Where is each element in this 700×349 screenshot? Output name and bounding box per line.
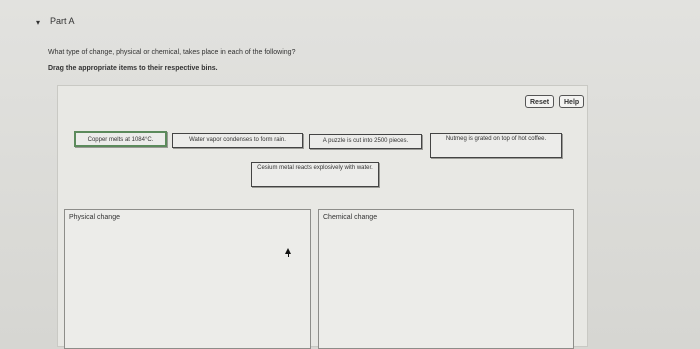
help-button[interactable]: Help — [559, 95, 585, 108]
draggable-item-copper[interactable]: Copper melts at 1084°C. — [74, 131, 167, 147]
draggable-item-water-vapor[interactable]: Water vapor condenses to form rain. — [172, 133, 303, 148]
bin-chemical-change[interactable]: Chemical change — [318, 209, 574, 349]
bin-physical-label: Physical change — [69, 214, 120, 221]
collapse-toggle-icon[interactable]: ▾ — [36, 18, 40, 27]
draggable-item-cesium[interactable]: Cesium metal reacts explosively with wat… — [251, 162, 379, 187]
bin-physical-change[interactable]: Physical change — [64, 209, 311, 349]
bin-chemical-label: Chemical change — [323, 214, 378, 221]
instruction-text: Drag the appropriate items to their resp… — [48, 65, 218, 72]
reset-button[interactable]: Reset — [525, 95, 555, 108]
mouse-pointer-icon — [285, 248, 291, 257]
part-title: Part A — [50, 16, 75, 26]
draggable-item-nutmeg[interactable]: Nutmeg is grated on top of hot coffee. — [430, 133, 562, 158]
question-text: What type of change, physical or chemica… — [48, 49, 296, 56]
draggable-item-puzzle[interactable]: A puzzle is cut into 2500 pieces. — [309, 134, 422, 149]
